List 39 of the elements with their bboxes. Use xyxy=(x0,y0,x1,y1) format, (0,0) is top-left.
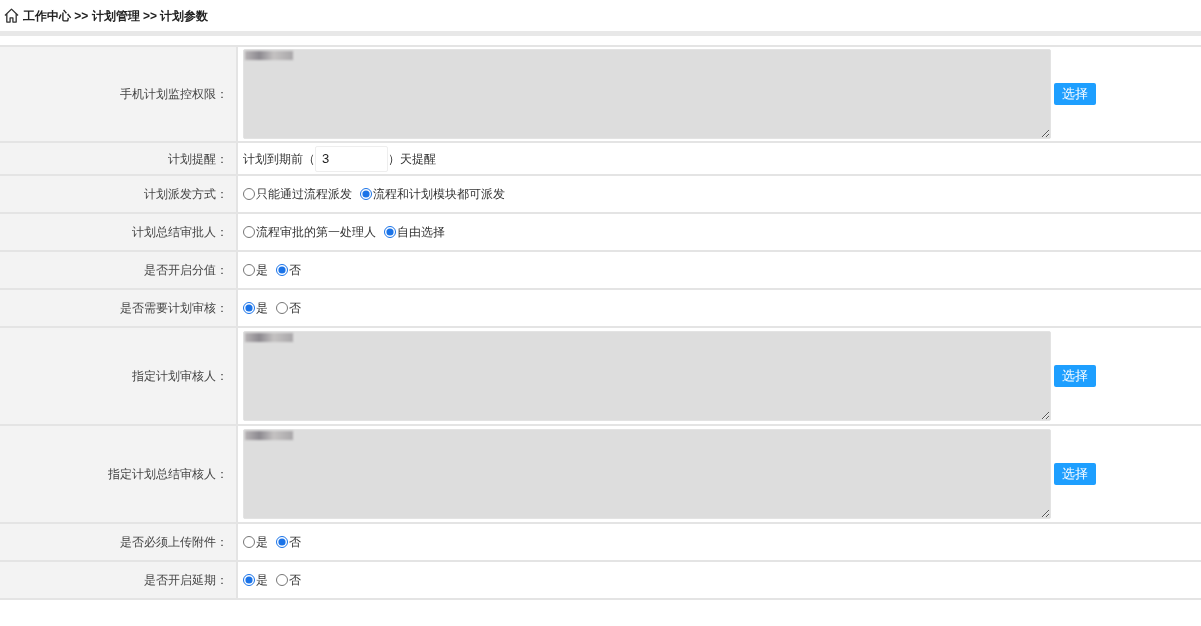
radio-button[interactable] xyxy=(243,226,255,238)
radio-button[interactable] xyxy=(243,536,255,548)
radio-option-label[interactable]: 否 xyxy=(289,261,301,279)
field-label: 计划派发方式： xyxy=(144,186,228,203)
home-icon[interactable] xyxy=(4,8,19,23)
radio-button[interactable] xyxy=(243,264,255,276)
field-label: 是否必须上传附件： xyxy=(120,534,228,551)
days-input[interactable]: 3 xyxy=(315,145,388,172)
field-label: 指定计划总结审核人： xyxy=(108,466,228,483)
radio-option-label[interactable]: 是 xyxy=(256,533,268,551)
radio-button[interactable] xyxy=(360,188,372,200)
field-label: 指定计划审核人： xyxy=(132,368,228,385)
radio-option-label[interactable]: 自由选择 xyxy=(397,223,445,241)
radio-option-label[interactable]: 是 xyxy=(256,261,268,279)
radio-option-label[interactable]: 否 xyxy=(289,533,301,551)
field-label: 是否需要计划审核： xyxy=(120,300,228,317)
radio-option-label[interactable]: 流程审批的第一处理人 xyxy=(256,223,376,241)
field-label: 计划总结审批人： xyxy=(132,224,228,241)
field-label: 计划提醒： xyxy=(168,150,228,168)
radio-button[interactable] xyxy=(276,574,288,586)
radio-option-label[interactable]: 是 xyxy=(256,299,268,317)
field-label: 是否开启分值： xyxy=(144,262,228,279)
radio-option-label[interactable]: 流程和计划模块都可派发 xyxy=(373,185,505,203)
radio-option-label[interactable]: 否 xyxy=(289,571,301,589)
radio-button[interactable] xyxy=(276,264,288,276)
radio-button[interactable] xyxy=(276,302,288,314)
radio-button[interactable] xyxy=(243,574,255,586)
radio-option-label[interactable]: 只能通过流程派发 xyxy=(256,185,352,203)
radio-button[interactable] xyxy=(276,536,288,548)
field-label: 是否开启延期： xyxy=(144,572,228,589)
radio-button[interactable] xyxy=(384,226,396,238)
radio-button[interactable] xyxy=(243,302,255,314)
breadcrumb: 工作中心 >> 计划管理 >> 计划参数 xyxy=(23,7,209,25)
reminder-text: 计划到期前（ xyxy=(243,150,315,168)
field-label: 手机计划监控权限： xyxy=(120,86,228,103)
radio-option-label[interactable]: 否 xyxy=(289,299,301,317)
radio-button[interactable] xyxy=(243,188,255,200)
radio-option-label[interactable]: 是 xyxy=(256,571,268,589)
reminder-text: ）天提醒 xyxy=(388,150,436,168)
